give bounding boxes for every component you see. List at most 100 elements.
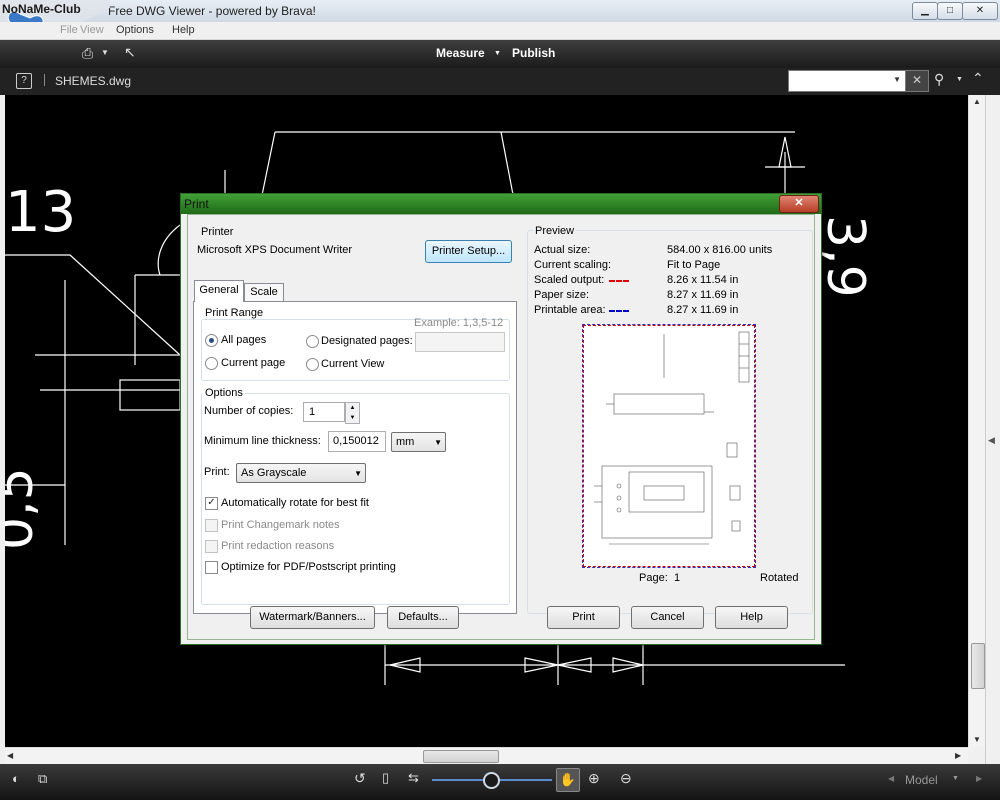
chevron-down-icon[interactable]: ▼ xyxy=(494,50,501,57)
collapse-up-icon[interactable]: ⌃ xyxy=(972,70,984,87)
horizontal-scrollbar[interactable]: ◀ ▶ xyxy=(5,747,968,765)
printable-area-value: 8.27 x 11.69 in xyxy=(667,304,739,316)
next-layout-icon[interactable]: ▶ xyxy=(976,774,982,783)
search-icon[interactable]: ⚲ xyxy=(934,71,944,88)
print-icon[interactable]: ⎙ xyxy=(82,45,93,62)
help-icon[interactable]: ? xyxy=(16,73,32,89)
redaction-label: Print redaction reasons xyxy=(221,540,335,552)
optimize-pdf-label[interactable]: Optimize for PDF/Postscript printing xyxy=(221,561,396,573)
scaled-output-label: Scaled output: xyxy=(534,274,605,286)
minimize-icon[interactable]: ▁ xyxy=(912,2,938,20)
actual-size-value: 584.00 x 816.00 units xyxy=(667,244,773,256)
rotated-label: Rotated xyxy=(760,572,799,584)
chevron-down-icon[interactable]: ▼ xyxy=(952,775,959,782)
vertical-scroll-thumb[interactable] xyxy=(971,643,985,689)
publish-menu[interactable]: Publish xyxy=(512,46,555,60)
menu-file[interactable]: File xyxy=(60,24,78,36)
cancel-button[interactable]: Cancel xyxy=(631,606,704,629)
print-button[interactable]: Print xyxy=(547,606,620,629)
scroll-left-icon[interactable]: ◀ xyxy=(7,751,13,760)
layers-icon[interactable]: ⧉ xyxy=(38,771,47,787)
fit-width-icon[interactable]: ⇆ xyxy=(408,770,419,786)
tab-scale[interactable]: Scale xyxy=(244,283,284,302)
maximize-icon[interactable]: □ xyxy=(937,2,963,20)
menu-options[interactable]: Options xyxy=(116,24,154,36)
chevron-down-icon[interactable]: ▼ xyxy=(101,48,109,57)
pan-hand-icon[interactable]: ✋ xyxy=(556,768,580,792)
select-cursor-icon[interactable]: ↖ xyxy=(124,44,136,61)
logo-text: NoNaMe-Club xyxy=(2,2,81,16)
printable-area-swatch xyxy=(609,310,629,312)
rotate-icon[interactable]: ↺ xyxy=(354,770,366,787)
preview-drawing xyxy=(594,331,750,545)
current-page-label[interactable]: Current page xyxy=(221,357,285,369)
designated-pages-label[interactable]: Designated pages: xyxy=(321,335,413,347)
print-mode-select[interactable]: As Grayscale ▼ xyxy=(236,463,366,483)
page-icon[interactable]: ▯ xyxy=(382,770,389,786)
print-mode-label: Print: xyxy=(204,466,230,478)
zoom-out-icon[interactable]: ⊖ xyxy=(620,770,632,787)
copies-label: Number of copies: xyxy=(204,405,294,417)
printable-area-label: Printable area: xyxy=(534,304,606,316)
designated-pages-radio[interactable] xyxy=(306,335,319,348)
current-view-label[interactable]: Current View xyxy=(321,358,384,370)
print-range-label: Print Range xyxy=(203,307,266,319)
close-icon[interactable]: ✕ xyxy=(962,2,998,20)
zoom-slider-thumb[interactable] xyxy=(483,772,500,789)
current-page-radio[interactable] xyxy=(205,357,218,370)
layout-selector[interactable]: Model xyxy=(905,773,938,787)
measure-menu[interactable]: Measure xyxy=(436,46,485,60)
watermark-banners-button[interactable]: Watermark/Banners... xyxy=(250,606,375,629)
expand-panel-icon[interactable]: ◀ xyxy=(988,435,995,446)
scroll-up-icon[interactable]: ▲ xyxy=(973,97,981,106)
help-button[interactable]: Help xyxy=(715,606,788,629)
scroll-right-icon[interactable]: ▶ xyxy=(955,751,961,760)
dimension-label: 0,5 xyxy=(5,467,45,550)
changemark-label: Print Changemark notes xyxy=(221,519,340,531)
printer-group-label: Printer xyxy=(201,226,234,238)
current-scaling-label: Current scaling: xyxy=(534,259,612,271)
chevron-down-icon[interactable]: ▼ xyxy=(893,75,901,84)
all-pages-label[interactable]: All pages xyxy=(221,334,266,346)
dimension-label: 3,9 xyxy=(815,215,875,298)
search-input[interactable]: ▼ xyxy=(788,70,906,92)
page-number: 1 xyxy=(674,572,681,584)
scaled-output-value: 8.26 x 11.54 in xyxy=(667,274,739,286)
unit-select[interactable]: mm ▼ xyxy=(391,432,446,452)
scaled-output-swatch xyxy=(609,280,629,282)
prev-layout-icon[interactable]: ◀ xyxy=(888,774,894,783)
current-scaling-value: Fit to Page xyxy=(667,259,721,271)
clear-search-button[interactable]: ✕ xyxy=(905,70,929,92)
bottom-toolbar: ◐ ⧉ ↺ ▯ ⇆ ✋ ⊕ ⊖ ◀ Model ▼ ▶ xyxy=(0,764,1000,800)
chevron-down-icon: ▼ xyxy=(434,438,442,447)
actual-size-label: Actual size: xyxy=(534,244,591,256)
preview-label: Preview xyxy=(533,225,577,237)
copies-stepper[interactable]: ▲ ▼ xyxy=(345,402,360,424)
copies-input[interactable]: 1 xyxy=(303,402,345,422)
current-view-radio[interactable] xyxy=(306,358,319,371)
menu-help[interactable]: Help xyxy=(172,24,195,36)
dialog-close-icon[interactable]: ✕ xyxy=(779,195,819,213)
document-tab[interactable]: SHEMES.dwg xyxy=(55,74,131,88)
dialog-body: Printer Microsoft XPS Document Writer Pr… xyxy=(187,214,815,640)
vertical-scrollbar[interactable]: ▲ ▼ xyxy=(968,95,986,747)
designated-pages-input[interactable] xyxy=(415,332,505,352)
optimize-pdf-checkbox[interactable] xyxy=(205,561,218,574)
window-title: Free DWG Viewer - powered by Brava! xyxy=(108,4,316,18)
contrast-icon[interactable]: ◐ xyxy=(12,771,20,786)
horizontal-scroll-thumb[interactable] xyxy=(423,750,499,763)
auto-rotate-checkbox[interactable]: ✓ xyxy=(205,497,218,510)
scroll-down-icon[interactable]: ▼ xyxy=(973,735,981,744)
zoom-window-icon[interactable]: ⊕ xyxy=(588,770,600,787)
chevron-down-icon: ▼ xyxy=(354,469,362,478)
defaults-button[interactable]: Defaults... xyxy=(387,606,459,629)
tab-general[interactable]: General xyxy=(194,280,244,302)
auto-rotate-label[interactable]: Automatically rotate for best fit xyxy=(221,497,369,509)
line-thickness-input[interactable]: 0,150012 xyxy=(328,431,386,452)
printer-setup-button[interactable]: Printer Setup... xyxy=(425,240,512,263)
all-pages-radio[interactable] xyxy=(205,334,218,347)
menu-view[interactable]: View xyxy=(80,24,104,36)
unit-value: mm xyxy=(396,436,415,448)
chevron-down-icon[interactable]: ▼ xyxy=(956,76,963,83)
page-range-example: Example: 1,3,5-12 xyxy=(414,317,504,329)
